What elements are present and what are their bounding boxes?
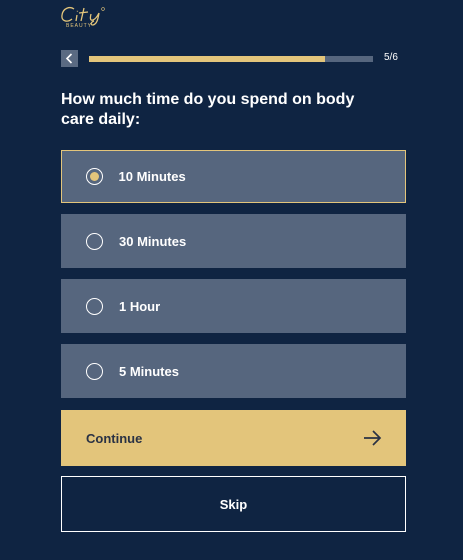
radio-button[interactable]: [86, 297, 103, 315]
arrow-right-icon: [364, 430, 382, 446]
continue-label: Continue: [86, 430, 143, 446]
option-label: 1 Hour: [119, 298, 161, 314]
logo-subtitle: BEAUTY: [66, 23, 93, 29]
radio-button[interactable]: [86, 362, 103, 380]
progress-bar: [89, 56, 373, 62]
option-30-minutes[interactable]: 30 Minutes: [61, 214, 406, 268]
skip-button[interactable]: Skip: [61, 476, 406, 532]
brand-logo: BEAUTY: [60, 4, 122, 32]
continue-button[interactable]: Continue: [61, 410, 406, 466]
answer-options: 10 Minutes 30 Minutes 1 Hour 5 Minutes: [61, 150, 406, 409]
option-label: 30 Minutes: [119, 233, 187, 249]
option-5-minutes[interactable]: 5 Minutes: [61, 344, 406, 398]
back-button[interactable]: [61, 50, 78, 67]
progress-bar-fill: [89, 56, 325, 62]
chevron-left-icon: [65, 53, 73, 64]
question-title: How much time do you spend on body care …: [61, 91, 355, 128]
radio-button[interactable]: [85, 168, 103, 185]
option-label: 5 Minutes: [119, 363, 179, 379]
skip-label: Skip: [219, 496, 248, 512]
option-label: 10 Minutes: [118, 169, 186, 184]
radio-selected-dot: [89, 172, 99, 181]
option-10-minutes[interactable]: 10 Minutes: [61, 150, 406, 203]
progress-count: 5/6: [384, 52, 398, 63]
option-1-hour[interactable]: 1 Hour: [61, 279, 406, 333]
radio-button[interactable]: [86, 232, 103, 250]
